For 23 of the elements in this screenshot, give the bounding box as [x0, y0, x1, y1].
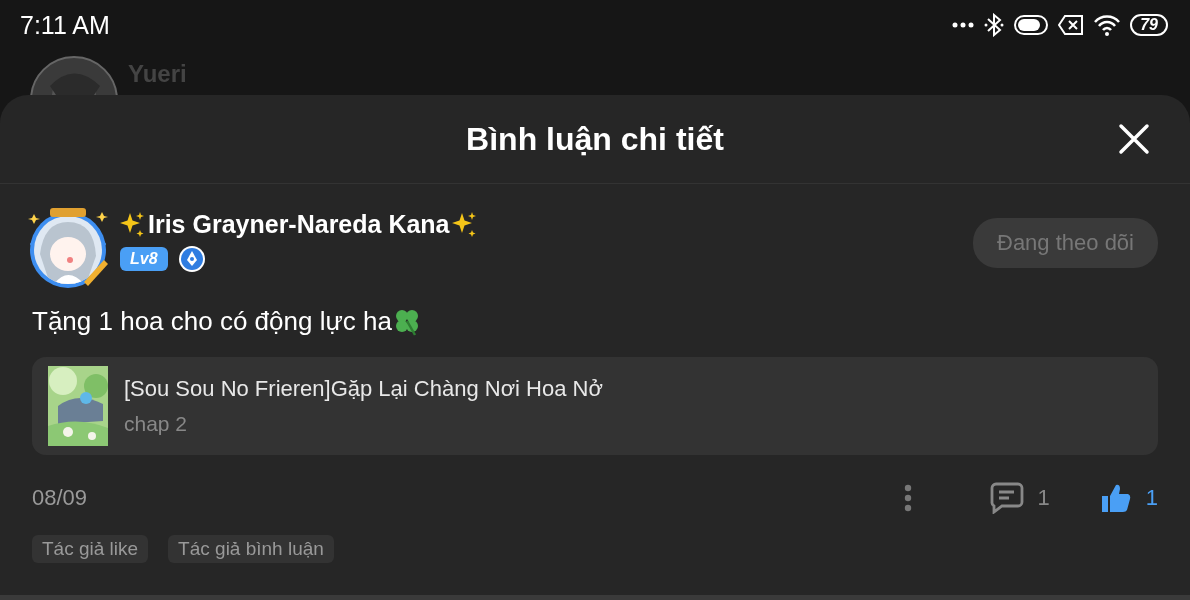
pen-nib-badge-icon — [177, 245, 206, 273]
chapter-label: chap 2 — [124, 412, 189, 436]
author-tag: Tác giả like — [32, 535, 149, 563]
close-button[interactable] — [1118, 123, 1150, 155]
sparkle-icon — [451, 211, 478, 238]
wifi-icon — [1094, 14, 1121, 36]
comment-text: Tặng 1 hoa cho có động lực ha — [32, 306, 392, 337]
story-title: [Sou Sou No Frieren]Gặp Lại Chàng Nơi Hoa Nở — [124, 376, 603, 402]
delete-box-icon — [1058, 14, 1085, 36]
clock-time: 7:11 AM — [20, 10, 110, 40]
like-button[interactable]: 1 — [1099, 482, 1158, 514]
sheet-title: Bình luận chi tiết — [466, 120, 724, 158]
toggle-pill-icon — [1014, 15, 1049, 35]
author-tag: Tác giả bình luận — [168, 535, 334, 563]
bluetooth-icon — [984, 13, 1005, 37]
author-name[interactable]: Iris Grayner-Nareda Kana — [148, 210, 450, 239]
level-badge: Lv8 — [120, 247, 168, 271]
comment-date: 08/09 — [32, 485, 88, 511]
sparkle-icon — [120, 211, 146, 238]
battery-icon: 79 — [1130, 14, 1168, 36]
more-dots-icon — [952, 20, 975, 30]
more-button[interactable] — [903, 484, 912, 512]
story-card[interactable]: [Sou Sou No Frieren]Gặp Lại Chàng Nơi Hoa Nở chap 2 — [32, 357, 1158, 455]
